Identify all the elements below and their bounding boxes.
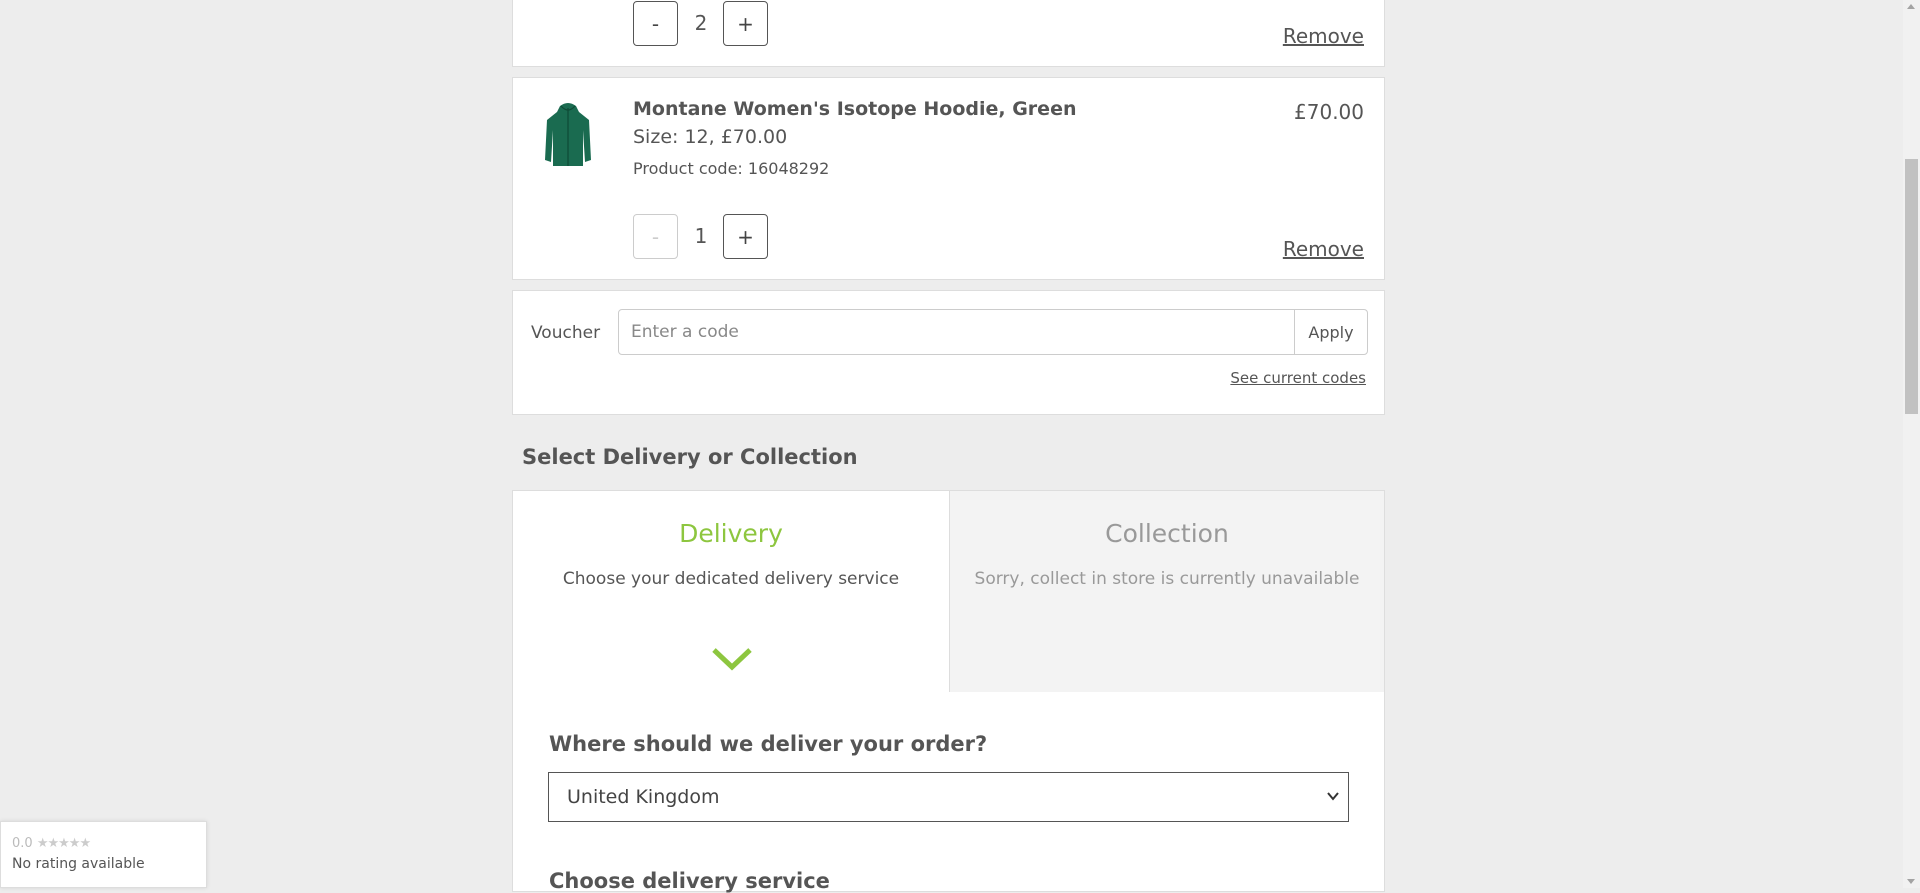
- collection-option-description: Sorry, collect in store is currently una…: [974, 569, 1360, 589]
- product-title[interactable]: Montane Women's Isotope Hoodie, Green: [633, 98, 1076, 120]
- remove-item-link[interactable]: Remove: [1283, 24, 1364, 48]
- cart-item-1: - 2 + Remove: [512, 0, 1385, 67]
- delivery-details-panel: Where should we deliver your order? Unit…: [512, 692, 1385, 893]
- voucher-code-input[interactable]: [619, 310, 1294, 354]
- page-scrollbar[interactable]: [1903, 0, 1920, 888]
- collection-option-tab[interactable]: Collection Sorry, collect in store is cu…: [949, 490, 1385, 693]
- quantity-decrease-button[interactable]: -: [633, 214, 678, 259]
- remove-item-link[interactable]: Remove: [1283, 237, 1364, 261]
- rating-score-row: 0.0 ★★★★★: [12, 836, 91, 851]
- star-rating-icon: ★★★★★: [36, 836, 91, 851]
- rating-score: 0.0: [12, 836, 33, 851]
- chevron-down-icon: [712, 648, 752, 671]
- see-current-codes-link[interactable]: See current codes: [1230, 369, 1366, 387]
- voucher-field-group: Apply: [618, 309, 1368, 355]
- quantity-value: 2: [694, 11, 708, 35]
- delivery-option-description: Choose your dedicated delivery service: [562, 569, 900, 589]
- quantity-increase-button[interactable]: +: [723, 1, 768, 46]
- quantity-increase-button[interactable]: +: [723, 214, 768, 259]
- cart-item-2: Montane Women's Isotope Hoodie, Green Si…: [512, 77, 1385, 280]
- delivery-option-title: Delivery: [679, 519, 783, 548]
- scroll-down-icon[interactable]: [1907, 879, 1915, 884]
- product-code: Product code: 16048292: [633, 159, 830, 178]
- quantity-decrease-button[interactable]: -: [633, 1, 678, 46]
- rating-widget[interactable]: 0.0 ★★★★★ No rating available: [0, 821, 207, 888]
- product-price: £70.00: [1294, 100, 1364, 124]
- chevron-down-icon: [1327, 792, 1339, 801]
- product-size: Size: 12, £70.00: [633, 126, 788, 148]
- choose-delivery-service-heading: Choose delivery service: [549, 869, 830, 893]
- country-select-value: United Kingdom: [567, 786, 720, 808]
- collection-option-title: Collection: [1105, 519, 1229, 548]
- delivery-question-heading: Where should we deliver your order?: [549, 732, 988, 756]
- delivery-option-tab[interactable]: Delivery Choose your dedicated delivery …: [512, 490, 950, 693]
- delivery-section-title: Select Delivery or Collection: [522, 445, 858, 469]
- product-image[interactable]: [543, 100, 593, 168]
- voucher-apply-button[interactable]: Apply: [1294, 310, 1367, 354]
- scrollbar-thumb[interactable]: [1905, 159, 1918, 414]
- scroll-up-icon[interactable]: [1907, 4, 1915, 9]
- quantity-value: 1: [694, 224, 708, 248]
- voucher-panel: Voucher Apply See current codes: [512, 290, 1385, 415]
- rating-status: No rating available: [12, 856, 145, 872]
- voucher-label: Voucher: [531, 323, 601, 343]
- country-select[interactable]: United Kingdom: [548, 772, 1349, 822]
